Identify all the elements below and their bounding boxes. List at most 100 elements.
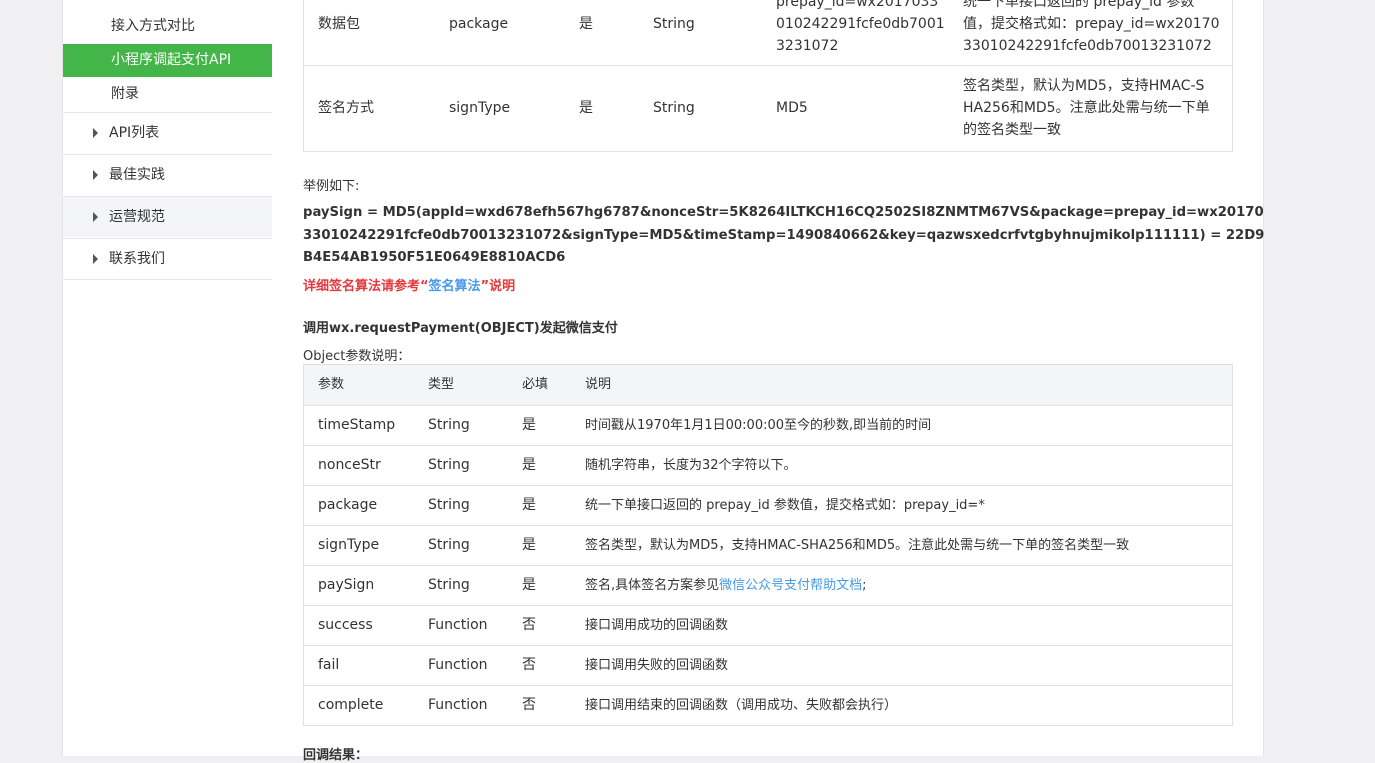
cell-type: String [428, 577, 470, 593]
cell-desc: 时间戳从1970年1月1日00:00:00至今的秒数,即当前的时间 [585, 418, 932, 433]
sidebar-item-label: API列表 [109, 125, 160, 141]
cell-param: complete [318, 697, 384, 713]
cell-param: success [318, 617, 373, 633]
cell-desc: 接口调用失败的回调函数 [585, 658, 729, 673]
sidebar-nav: 接入方式对比 小程序调起支付API 附录 API列表 最佳实践 运营规范 联系我… [62, 0, 273, 756]
cell-required: 是 [522, 497, 536, 513]
caret-right-icon [93, 170, 98, 180]
cell-type: String [428, 537, 470, 553]
cell-param: paySign [318, 577, 375, 593]
cell-desc: 接口调用结束的回调函数（调用成功、失败都会执行） [585, 698, 898, 713]
cell-param: timeStamp [318, 417, 396, 433]
cell-desc-line: 签名类型，默认为MD5，支持HMAC-S [963, 78, 1205, 94]
example-label: 举例如下: [303, 179, 360, 194]
cell-desc-text: 签名,具体签名方案参见 [585, 578, 720, 593]
cell-desc-line: 统一下单接口返回的 prepay_id 参数 [963, 0, 1195, 10]
sidebar-item-best-practice[interactable]: 最佳实践 [63, 154, 272, 195]
cell-required: 否 [522, 657, 536, 673]
header-type: 类型 [428, 377, 455, 392]
table-row: paySign String 是 签名,具体签名方案参见微信公众号支付帮助文档; [304, 566, 1232, 606]
wechat-pay-help-doc-link[interactable]: 微信公众号支付帮助文档 [719, 578, 862, 593]
sidebar-item-contact-us[interactable]: 联系我们 [63, 238, 272, 280]
main-content: 数据包 package 是 String prepay_id=wx2017033… [272, 0, 1265, 763]
sidebar-item-operation-rules[interactable]: 运营规范 [63, 196, 272, 237]
cell-type: String [653, 100, 695, 116]
header-param: 参数 [318, 377, 345, 392]
cell-desc: 签名类型，默认为MD5，支持HMAC-SHA256和MD5。注意此处需与统一下单… [585, 538, 1130, 553]
cell-type: String [428, 457, 470, 473]
caret-right-icon [93, 128, 98, 138]
cell-desc: 随机字符串，长度为32个字符以下。 [585, 458, 797, 473]
header-desc: 说明 [585, 377, 612, 392]
cell-name: 签名方式 [318, 100, 374, 116]
callback-result-title: 回调结果： [303, 748, 369, 763]
paysign-line: paySign = MD5(appId=wxd678efh567hg6787&n… [303, 205, 1264, 220]
cell-example-line: 3231072 [776, 38, 839, 54]
sidebar-item-label: 运营规范 [109, 209, 165, 225]
sign-algorithm-link[interactable]: 签名算法 [429, 279, 481, 294]
cell-required: 是 [522, 537, 536, 553]
caret-right-icon [93, 212, 98, 222]
cell-type: String [428, 417, 470, 433]
cell-desc: 接口调用成功的回调函数 [585, 618, 729, 633]
cell-type: Function [428, 657, 488, 673]
cell-required: 是 [522, 577, 536, 593]
object-param-table: 参数 类型 必填 说明 timeStamp String 是 时间戳从1970年… [303, 364, 1233, 726]
table-row: nonceStr String 是 随机字符串，长度为32个字符以下。 [304, 446, 1232, 486]
cell-desc: 签名,具体签名方案参见微信公众号支付帮助文档; [585, 566, 867, 605]
sign-algorithm-note: 详细签名算法请参考“签名算法”说明 [303, 275, 515, 294]
cell-desc: 签名类型，默认为MD5，支持HMAC-S HA256和MD5。注意此处需与统一下… [963, 75, 1210, 141]
param-table-top: 数据包 package 是 String prepay_id=wx2017033… [303, 0, 1233, 152]
header-required: 必填 [522, 377, 549, 392]
cell-name: 数据包 [318, 16, 360, 32]
sidebar-item-appendix[interactable]: 附录 [63, 78, 272, 111]
cell-example: MD5 [776, 100, 808, 116]
table-row: 数据包 package 是 String prepay_id=wx2017033… [304, 0, 1232, 66]
cell-param: package [449, 16, 509, 32]
cell-required: 是 [522, 457, 536, 473]
cell-example-line: 010242291fcfe0db7001 [776, 16, 945, 32]
cell-type: Function [428, 617, 488, 633]
cell-type: Function [428, 697, 488, 713]
cell-param: nonceStr [318, 457, 381, 473]
cell-desc: 统一下单接口返回的 prepay_id 参数 值，提交格式如：prepay_id… [963, 0, 1219, 57]
table-row: timeStamp String 是 时间戳从1970年1月1日00:00:00… [304, 406, 1232, 446]
cell-desc-line: 的签名类型一致 [963, 122, 1061, 138]
table-row: signType String 是 签名类型，默认为MD5，支持HMAC-SHA… [304, 526, 1232, 566]
sidebar-item-api-list[interactable]: API列表 [63, 112, 272, 153]
cell-required: 是 [522, 417, 536, 433]
table-header: 参数 类型 必填 说明 [304, 365, 1232, 406]
table-row: complete Function 否 接口调用结束的回调函数（调用成功、失败都… [304, 686, 1232, 725]
cell-desc-tail: ; [862, 578, 867, 593]
section-title: 调用wx.requestPayment(OBJECT)发起微信支付 [303, 321, 618, 336]
cell-required: 否 [522, 617, 536, 633]
cell-desc: 统一下单接口返回的 prepay_id 参数值，提交格式如：prepay_id=… [585, 498, 985, 513]
cell-param: signType [318, 537, 380, 553]
table-row: 签名方式 signType 是 String MD5 签名类型，默认为MD5，支… [304, 66, 1232, 151]
cell-type: String [653, 16, 695, 32]
table-row: success Function 否 接口调用成功的回调函数 [304, 606, 1232, 646]
cell-param: signType [449, 100, 511, 116]
cell-example: prepay_id=wx2017033 010242291fcfe0db7001… [776, 0, 945, 57]
cell-desc-line: HA256和MD5。注意此处需与统一下单 [963, 100, 1210, 116]
cell-param: fail [318, 657, 340, 673]
sidebar-item-miniprogram-pay-api[interactable]: 小程序调起支付API [63, 44, 272, 77]
paysign-line: 33010242291fcfe0db70013231072&signType=M… [303, 227, 1265, 243]
cell-desc-line: 33010242291fcfe0db70013231072 [963, 38, 1212, 54]
sidebar-item-label: 联系我们 [109, 251, 165, 267]
note-prefix: 详细签名算法请参考“ [303, 279, 429, 294]
cell-example-line: prepay_id=wx2017033 [776, 0, 939, 10]
cell-desc-line: 值，提交格式如：prepay_id=wx20170 [963, 16, 1220, 32]
paysign-line: B4E54AB1950F51E0649E8810ACD6 [303, 250, 566, 265]
table-row: package String 是 统一下单接口返回的 prepay_id 参数值… [304, 486, 1232, 526]
sidebar-item-access-compare[interactable]: 接入方式对比 [63, 10, 272, 43]
note-suffix: ”说明 [480, 279, 516, 294]
sidebar-item-label: 最佳实践 [109, 167, 165, 183]
cell-type: String [428, 497, 470, 513]
cell-required: 是 [579, 16, 593, 32]
table-row: fail Function 否 接口调用失败的回调函数 [304, 646, 1232, 686]
caret-right-icon [93, 254, 98, 264]
section-subtitle: Object参数说明： [303, 349, 411, 364]
cell-required: 否 [522, 697, 536, 713]
cell-required: 是 [579, 100, 593, 116]
